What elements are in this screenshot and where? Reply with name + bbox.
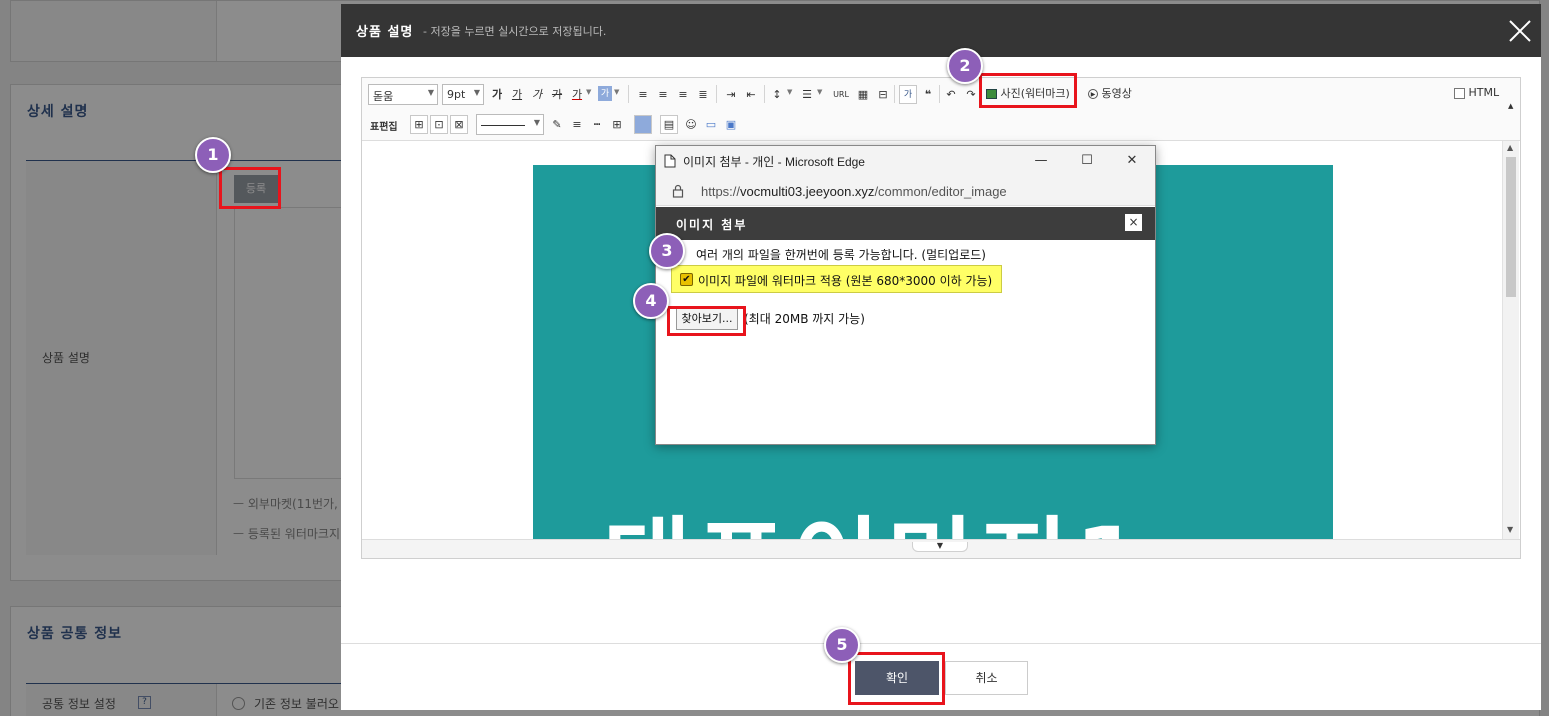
save-icon[interactable]: ▣: [722, 115, 740, 134]
bg-color-button[interactable]: 가: [598, 86, 612, 101]
toolbar-scroll-up-icon[interactable]: ▲: [1508, 102, 1513, 110]
popup-address-bar[interactable]: https://vocmulti03.jeeyoon.xyz/common/ed…: [656, 176, 1155, 206]
page-icon: [664, 154, 676, 168]
confirm-button[interactable]: 확인: [855, 661, 939, 695]
horizontal-rule-icon[interactable]: ⊟: [874, 85, 892, 104]
toolbar-divider: [939, 85, 940, 103]
redo-icon[interactable]: ↷: [962, 85, 980, 104]
step-badge-3: 3: [649, 233, 685, 269]
font-family-select[interactable]: 돋움 ▼: [368, 84, 438, 105]
align-justify-icon[interactable]: ≣: [694, 85, 712, 104]
modal-header: 상품 설명 - 저장을 누르면 실시간으로 저장됩니다.: [341, 4, 1541, 57]
maximize-icon[interactable]: ☐: [1078, 152, 1096, 170]
font-size-select[interactable]: 9pt ▼: [442, 84, 484, 105]
modal-title: 상품 설명: [356, 25, 414, 40]
watermark-checkbox[interactable]: ✔: [680, 273, 693, 286]
border-style-select[interactable]: ▼: [476, 114, 544, 135]
cancel-button[interactable]: 취소: [945, 661, 1028, 695]
table-delete-icon[interactable]: ⊠: [450, 115, 468, 134]
chevron-down-icon: ▼: [533, 118, 540, 127]
max-size-note: (최대 20MB 까지 가능): [744, 312, 865, 326]
attach-dialog-title: 이미지 첨부: [676, 218, 748, 232]
table-edit-label: 표편집: [370, 122, 398, 133]
undo-icon[interactable]: ↶: [942, 85, 960, 104]
toolbar-divider: [894, 85, 895, 103]
popup-url: https://vocmulti03.jeeyoon.xyz/common/ed…: [701, 184, 1007, 199]
image-caption-text: 대표이미지1: [603, 485, 1147, 539]
lock-icon: [672, 184, 684, 198]
chevron-down-icon[interactable]: ▼: [787, 88, 792, 96]
step-badge-4: 4: [633, 283, 669, 319]
border-width-icon[interactable]: ≡: [568, 115, 586, 134]
image-attach-popup-window: 이미지 첨부 - 개인 - Microsoft Edge — ☐ ✕ https…: [655, 145, 1156, 445]
html-toggle[interactable]: HTML: [1454, 86, 1499, 99]
minimize-icon[interactable]: —: [1032, 152, 1050, 170]
outdent-icon[interactable]: ⇤: [742, 85, 760, 104]
step-badge-2: 2: [947, 48, 983, 84]
chevron-down-icon[interactable]: ▼: [614, 88, 619, 96]
attach-dialog-header: 이미지 첨부 ×: [656, 207, 1155, 240]
close-icon[interactable]: [1507, 18, 1533, 44]
html-checkbox[interactable]: [1454, 87, 1465, 99]
step-badge-1: 1: [195, 137, 231, 173]
special-char-icon[interactable]: 가: [899, 85, 917, 104]
url-button[interactable]: URL: [830, 85, 852, 104]
bold-button[interactable]: 가: [488, 85, 506, 104]
chevron-down-icon: ▼: [473, 88, 480, 97]
chevron-down-icon: ▼: [427, 88, 434, 97]
watermark-option[interactable]: ✔ 이미지 파일에 워터마크 적용 (원본 680*3000 이하 가능): [671, 265, 1002, 293]
toolbar-divider: [764, 85, 765, 103]
table-insert-row-icon[interactable]: ⊞: [410, 115, 428, 134]
underline-button[interactable]: 가: [508, 85, 526, 104]
scroll-down-icon[interactable]: ▼: [1507, 525, 1513, 534]
line-style-icon: [481, 124, 525, 126]
image-watermark-button[interactable]: 사진(워터마크): [986, 85, 1070, 101]
editor-toolbar: 돋움 ▼ 9pt ▼ 가 가 가 가 가 ▼ 가 ▼ ≡ ≡ ≡ ≣ ⇥ ⇤ ↕ ▼…: [362, 78, 1520, 141]
emoticon-icon[interactable]: ☺: [682, 115, 700, 134]
toolbar-divider: [628, 85, 629, 103]
cell-border-icon[interactable]: ⊞: [608, 115, 626, 134]
border-dash-icon[interactable]: ┅: [588, 115, 606, 134]
scrollbar-thumb[interactable]: [1506, 157, 1516, 297]
video-button[interactable]: ▶ 동영상: [1088, 85, 1132, 101]
watermark-label: 이미지 파일에 워터마크 적용 (원본 680*3000 이하 가능): [698, 274, 993, 288]
toolbar-divider: [716, 85, 717, 103]
popup-titlebar: 이미지 첨부 - 개인 - Microsoft Edge — ☐ ✕: [656, 146, 1155, 176]
chevron-down-icon[interactable]: ▼: [817, 88, 822, 96]
attach-close-icon[interactable]: ×: [1125, 214, 1142, 231]
browse-button[interactable]: 찾아보기...: [676, 308, 738, 330]
border-color-icon[interactable]: ✎: [548, 115, 566, 134]
popup-window-title: 이미지 첨부 - 개인 - Microsoft Edge: [683, 155, 865, 169]
list-icon[interactable]: ☰: [798, 85, 816, 104]
table-icon[interactable]: ▦: [854, 85, 872, 104]
image-icon: [986, 89, 997, 99]
italic-button[interactable]: 가: [528, 85, 546, 104]
indent-icon[interactable]: ⇥: [722, 85, 740, 104]
play-icon: ▶: [1088, 89, 1098, 99]
resize-handle[interactable]: ▼: [912, 542, 968, 552]
strikethrough-button[interactable]: 가: [548, 85, 566, 104]
window-close-icon[interactable]: ✕: [1123, 152, 1141, 170]
multi-upload-notice: 여러 개의 파일을 한꺼번에 등록 가능합니다. (멀티업로드): [696, 248, 986, 262]
quote-icon[interactable]: ❝: [919, 85, 937, 104]
editor-scrollbar[interactable]: ▲ ▼: [1502, 141, 1519, 539]
scroll-up-icon[interactable]: ▲: [1507, 143, 1513, 152]
chevron-down-icon[interactable]: ▼: [586, 88, 591, 96]
align-left-icon[interactable]: ≡: [634, 85, 652, 104]
template-icon[interactable]: ▭: [702, 115, 720, 134]
font-color-button[interactable]: 가: [568, 85, 586, 104]
line-height-icon[interactable]: ↕: [768, 85, 786, 104]
editor-footer: ▼: [362, 539, 1520, 558]
step-badge-5: 5: [824, 627, 860, 663]
align-center-icon[interactable]: ≡: [654, 85, 672, 104]
modal-subtitle: - 저장을 누르면 실시간으로 저장됩니다.: [423, 25, 607, 38]
align-right-icon[interactable]: ≡: [674, 85, 692, 104]
table-template-icon[interactable]: ▤: [660, 115, 678, 134]
modal-footer: 확인 취소: [341, 643, 1541, 710]
table-insert-col-icon[interactable]: ⊡: [430, 115, 448, 134]
cell-bg-icon[interactable]: [634, 115, 652, 134]
